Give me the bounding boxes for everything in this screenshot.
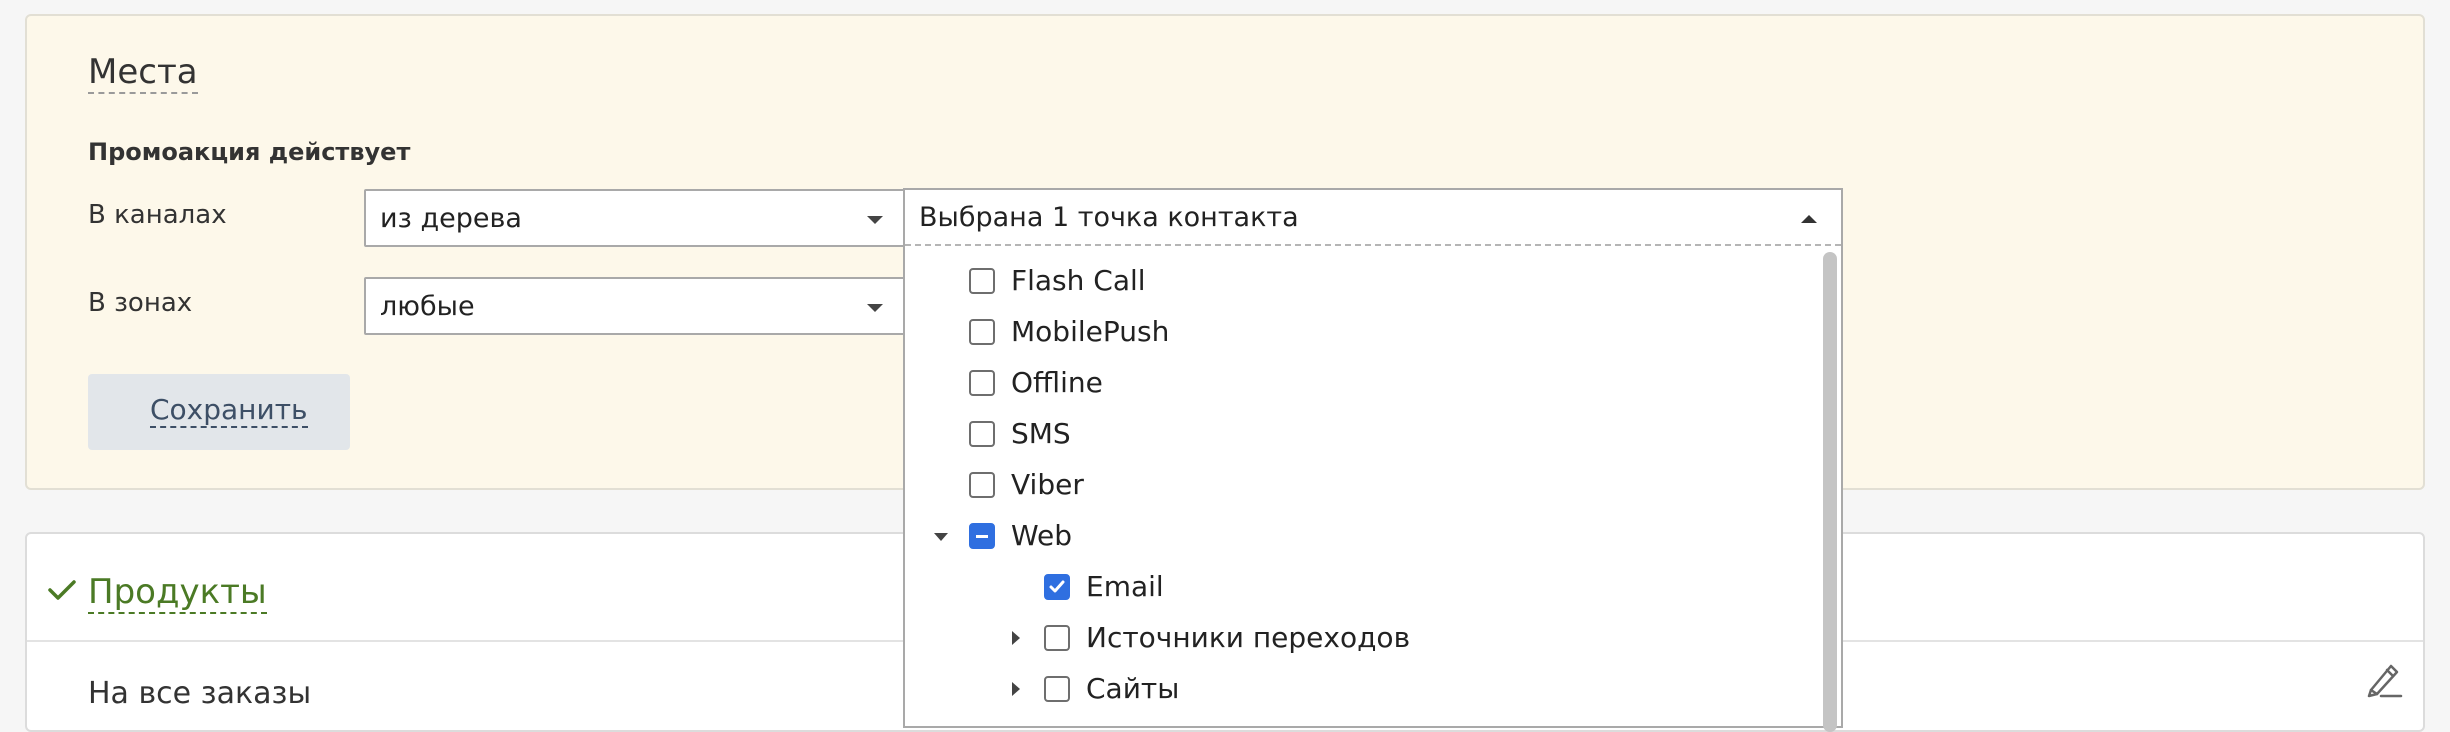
- save-button[interactable]: Сохранить: [88, 374, 350, 450]
- tree-item-label: Сайты: [1086, 672, 1180, 705]
- promo-applies-subtitle: Промоакция действует: [88, 138, 411, 166]
- caret-right-icon[interactable]: [1012, 682, 1020, 696]
- chevron-up-icon: [1801, 215, 1817, 223]
- chevron-down-icon: [867, 304, 883, 312]
- check-icon: [1049, 580, 1065, 593]
- contact-points-select-value: Выбрана 1 точка контакта: [919, 202, 1299, 233]
- checkbox-checked[interactable]: [1044, 574, 1070, 600]
- tree-item-sites[interactable]: Сайты: [905, 670, 1805, 710]
- caret-down-icon[interactable]: [934, 533, 948, 541]
- zones-label: В зонах: [88, 288, 193, 318]
- channels-label: В каналах: [88, 200, 227, 230]
- tree-item-label: Email: [1086, 570, 1164, 603]
- checkbox[interactable]: [969, 472, 995, 498]
- checkbox[interactable]: [969, 319, 995, 345]
- checkbox[interactable]: [1044, 676, 1070, 702]
- tree-item-label: Offline: [1011, 366, 1103, 399]
- check-icon: [48, 580, 76, 600]
- channels-select-value: из дерева: [380, 203, 522, 234]
- checkbox[interactable]: [1044, 625, 1070, 651]
- tree-item-offline[interactable]: Offline: [905, 364, 1805, 404]
- tree-item-mobilepush[interactable]: MobilePush: [905, 313, 1805, 353]
- tree-item-web[interactable]: Web: [905, 517, 1805, 557]
- tree-item-traffic-sources[interactable]: Источники переходов: [905, 619, 1805, 659]
- scrollbar[interactable]: [1823, 252, 1837, 732]
- products-title[interactable]: Продукты: [88, 572, 267, 614]
- tree-item-label: Источники переходов: [1086, 621, 1411, 654]
- tree-item-label: Viber: [1011, 468, 1084, 501]
- contact-points-dropdown[interactable]: Выбрана 1 точка контакта Flash Call Mobi…: [903, 188, 1843, 732]
- tree-item-label: Web: [1011, 519, 1073, 552]
- zones-select-value: любые: [380, 291, 475, 322]
- tree-item-label: MobilePush: [1011, 315, 1170, 348]
- tree-item-label: SMS: [1011, 417, 1071, 450]
- tree-item-viber[interactable]: Viber: [905, 466, 1805, 506]
- tree-item-label: Flash Call: [1011, 264, 1146, 297]
- caret-right-icon[interactable]: [1012, 631, 1020, 645]
- tree-item-sms[interactable]: SMS: [905, 415, 1805, 455]
- tree-item-flash-call[interactable]: Flash Call: [905, 262, 1805, 302]
- all-orders-text: На все заказы: [88, 676, 312, 711]
- checkbox-indeterminate[interactable]: [969, 523, 995, 549]
- channels-select[interactable]: из дерева: [364, 189, 909, 247]
- chevron-down-icon: [867, 216, 883, 224]
- contact-points-select[interactable]: Выбрана 1 точка контакта: [905, 190, 1841, 246]
- checkbox[interactable]: [969, 421, 995, 447]
- checkbox[interactable]: [969, 370, 995, 396]
- tree-item-email[interactable]: Email: [905, 568, 1805, 608]
- places-title[interactable]: Места: [88, 52, 198, 94]
- checkbox[interactable]: [969, 268, 995, 294]
- save-button-label: Сохранить: [150, 393, 308, 428]
- pencil-icon[interactable]: [2363, 658, 2405, 700]
- zones-select[interactable]: любые: [364, 277, 909, 335]
